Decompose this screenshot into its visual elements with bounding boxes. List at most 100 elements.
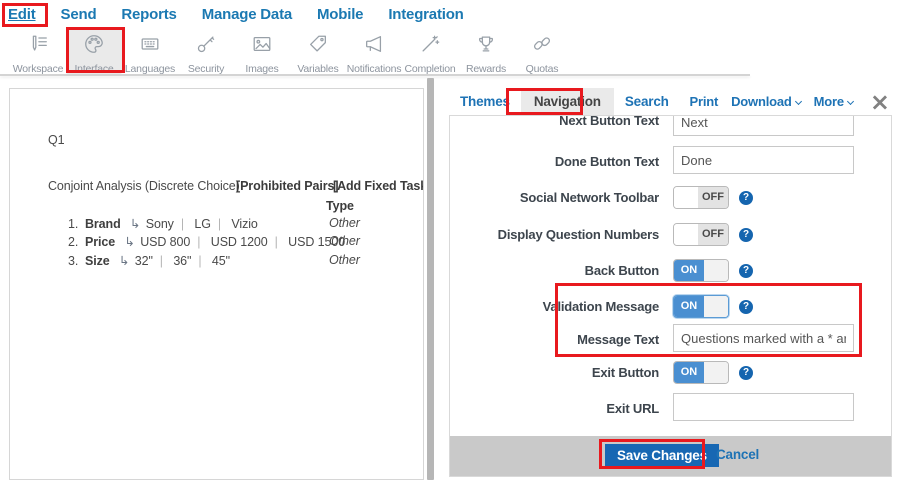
attribute-level: Vizio [231, 217, 257, 231]
navigation-settings-form: Next Button Text Done Button Text Social… [449, 115, 892, 477]
toggle-off-label: OFF [698, 187, 728, 208]
done-button-text-label: Done Button Text [450, 154, 659, 169]
display-question-numbers-label: Display Question Numbers [450, 227, 659, 242]
tab-themes[interactable]: Themes [449, 88, 521, 115]
attribute-name: Size [85, 254, 110, 268]
attribute-level: USD 800 [140, 235, 190, 249]
nav-item-edit[interactable]: Edit [8, 6, 36, 23]
help-icon[interactable]: ? [739, 300, 753, 314]
keyboard-icon [139, 33, 161, 60]
tab-search[interactable]: Search [614, 88, 680, 115]
attribute-type: Other [329, 234, 360, 248]
help-icon[interactable]: ? [739, 366, 753, 380]
question-type-label: Conjoint Analysis (Discrete Choice) [48, 179, 240, 193]
exit-url-label: Exit URL [450, 401, 659, 416]
toggle-off-label: OFF [698, 224, 728, 245]
exit-button-toggle[interactable]: ON [673, 361, 729, 384]
nav-item-integration[interactable]: Integration [388, 6, 463, 23]
separator: | [268, 235, 285, 249]
level-arrow-icon: ↳ [124, 216, 142, 231]
settings-tabs: Themes Navigation Search [449, 88, 680, 115]
toolbar-item-quotas[interactable]: Quotas [514, 28, 570, 74]
message-text-label: Message Text [450, 332, 659, 347]
exit-url-input[interactable] [673, 393, 854, 421]
save-changes-button[interactable]: Save Changes [605, 444, 719, 467]
done-button-text-input[interactable] [673, 146, 854, 174]
attribute-level: USD 1200 [211, 235, 268, 249]
attribute-row: 2. Price ↳ USD 800| USD 1200| USD 1500 O… [68, 234, 423, 251]
settings-panel-header: Themes Navigation Search Print Download … [449, 88, 900, 115]
attribute-index: 2. [68, 235, 78, 249]
toolbar-item-rewards[interactable]: Rewards [458, 28, 514, 74]
prohibited-pairs-link[interactable]: [Prohibited Pairs] [236, 179, 338, 193]
chevron-down-icon [795, 98, 802, 105]
attribute-name: Price [85, 235, 115, 249]
social-network-toolbar-toggle[interactable]: OFF [673, 186, 729, 209]
toolbar-divider [0, 74, 750, 76]
edit-toolbar: Workspace Interface Languages Security I… [10, 28, 570, 74]
message-text-input[interactable] [673, 324, 854, 352]
cancel-link[interactable]: Cancel [716, 447, 759, 462]
close-icon[interactable]: × [870, 92, 890, 112]
separator: | [190, 235, 207, 249]
print-link[interactable]: Print [689, 94, 718, 109]
separator: | [153, 254, 170, 268]
display-question-numbers-toggle[interactable]: OFF [673, 223, 729, 246]
download-menu[interactable]: Download [731, 94, 801, 109]
attribute-type: Other [329, 216, 360, 230]
attribute-type: Other [329, 253, 360, 267]
toggle-on-label: ON [674, 260, 704, 281]
exit-button-label: Exit Button [450, 365, 659, 380]
pen-list-icon [27, 33, 49, 60]
validation-message-label: Validation Message [450, 299, 659, 314]
nav-item-manage-data[interactable]: Manage Data [202, 6, 292, 23]
chain-links-icon [531, 33, 553, 60]
attribute-index: 1. [68, 217, 78, 231]
separator: | [191, 254, 208, 268]
toolbar-item-completion[interactable]: Completion [402, 28, 458, 74]
type-column-header: Type [326, 199, 354, 213]
key-icon [195, 33, 217, 60]
attribute-level: 36" [173, 254, 191, 268]
nav-item-send[interactable]: Send [61, 6, 97, 23]
toggle-on-label: ON [674, 362, 704, 383]
toolbar-item-languages[interactable]: Languages [122, 28, 178, 74]
attribute-level: 32" [135, 254, 153, 268]
vertical-scrollbar[interactable] [427, 78, 434, 480]
tab-navigation[interactable]: Navigation [521, 88, 614, 115]
level-arrow-icon: ↳ [118, 234, 136, 249]
toolbar-item-workspace[interactable]: Workspace [10, 28, 66, 74]
top-navigation: Edit Send Reports Manage Data Mobile Int… [0, 0, 900, 28]
attribute-row: 1. Brand ↳ Sony| LG| Vizio Other [68, 216, 423, 233]
help-icon[interactable]: ? [739, 191, 753, 205]
toolbar-item-variables[interactable]: Variables [290, 28, 346, 74]
toolbar-item-notifications[interactable]: Notifications [346, 28, 402, 74]
nav-item-reports[interactable]: Reports [121, 6, 176, 23]
nav-item-mobile[interactable]: Mobile [317, 6, 363, 23]
next-button-text-input[interactable] [673, 115, 854, 136]
picture-icon [251, 33, 273, 60]
attribute-name: Brand [85, 217, 121, 231]
attribute-level: LG [194, 217, 210, 231]
toolbar-item-images[interactable]: Images [234, 28, 290, 74]
more-menu[interactable]: More [814, 94, 853, 109]
validation-message-toggle[interactable]: ON [673, 295, 729, 318]
trophy-icon [475, 33, 497, 60]
toolbar-item-interface[interactable]: Interface [66, 28, 122, 74]
separator: | [174, 217, 191, 231]
back-button-label: Back Button [450, 263, 659, 278]
toolbar-item-security[interactable]: Security [178, 28, 234, 74]
form-footer: Save Changes Cancel [450, 436, 891, 476]
palette-icon [83, 33, 105, 60]
chevron-down-icon [847, 98, 854, 105]
survey-preview-panel: Q1 Conjoint Analysis (Discrete Choice) [… [9, 88, 424, 480]
add-fixed-tasks-link[interactable]: [Add Fixed Tasks [333, 179, 424, 193]
help-icon[interactable]: ? [739, 228, 753, 242]
attribute-index: 3. [68, 254, 78, 268]
help-icon[interactable]: ? [739, 264, 753, 278]
back-button-toggle[interactable]: ON [673, 259, 729, 282]
level-arrow-icon: ↳ [113, 253, 131, 268]
social-network-toolbar-label: Social Network Toolbar [450, 190, 659, 205]
magic-wand-icon [419, 33, 441, 60]
toggle-on-label: ON [674, 296, 704, 317]
